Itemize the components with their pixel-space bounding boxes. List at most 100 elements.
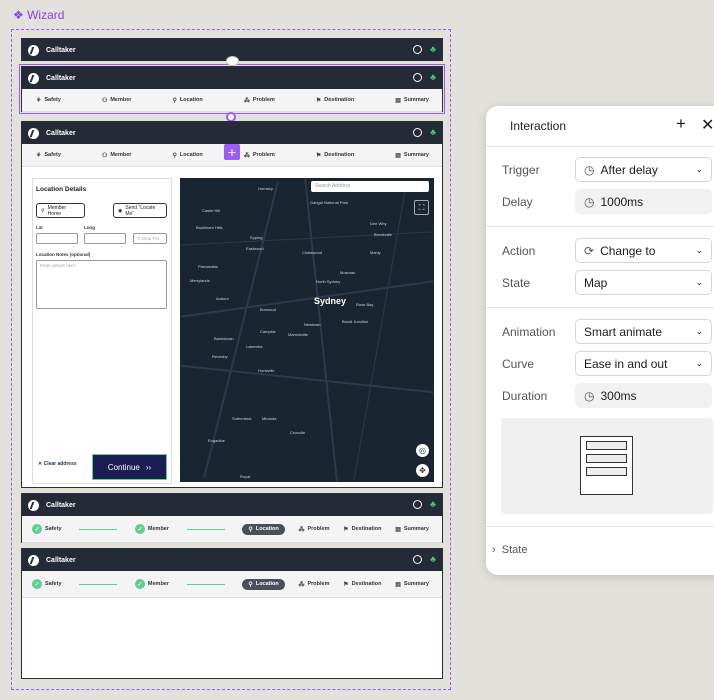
step-connector xyxy=(186,528,225,530)
recenter-icon[interactable]: ✥ xyxy=(416,464,429,477)
map-view[interactable]: Search Address ⛶ Sydney Hornsby Castle H… xyxy=(180,178,434,482)
step-safety[interactable]: ⚘ Safety xyxy=(36,97,61,104)
connection-handle[interactable] xyxy=(226,56,239,66)
flag-icon: ⚑ xyxy=(343,526,349,533)
user-icon[interactable] xyxy=(413,128,423,137)
step-problem[interactable]: ⁂ Problem xyxy=(298,526,329,533)
variant-steps[interactable]: Calltaker ♣ ⚘ Safety ⚇ Member ⚲ Location ⁂ P… xyxy=(19,64,445,114)
step-destination[interactable]: ⚑ Destination xyxy=(343,526,381,533)
add-interaction-icon[interactable]: + xyxy=(224,144,240,160)
step-member[interactable]: ⚇ Member xyxy=(102,152,131,159)
summary-icon: ▤ xyxy=(395,152,401,159)
delay-label: Delay xyxy=(502,195,533,209)
step-location[interactable]: ⚲ Location xyxy=(242,523,285,535)
long-input[interactable] xyxy=(84,233,126,244)
user-icon[interactable] xyxy=(413,45,423,54)
step-summary[interactable]: ▤ Summary xyxy=(395,152,429,159)
app-logo-icon xyxy=(28,499,39,511)
step-connector xyxy=(186,583,225,585)
step-location[interactable]: ⚲ Location xyxy=(172,152,202,159)
step-problem[interactable]: ⁂ Problem xyxy=(244,97,275,104)
safety-icon: ⚘ xyxy=(36,152,42,159)
step-destination[interactable]: ⚑ Destination xyxy=(316,97,354,104)
step-summary[interactable]: ▤ Summary xyxy=(395,526,429,533)
clear-address-link[interactable]: ✕ Clear address xyxy=(38,461,77,467)
action-label: Action xyxy=(502,244,536,258)
step-location[interactable]: ⚲ Location xyxy=(172,97,202,104)
location-details-card: Location Details ⚲ Member Home ◉ Send "Loc… xyxy=(32,178,172,484)
drop-pin-button[interactable]: ⚲ Drop Pin xyxy=(133,233,167,244)
state-section-toggle[interactable]: › State xyxy=(492,544,527,556)
step-safety[interactable]: ⚘ Safety xyxy=(36,152,61,159)
member-home-button[interactable]: ⚲ Member Home xyxy=(36,203,85,218)
app-logo-icon xyxy=(28,72,39,84)
step-destination[interactable]: ⚑ Destination xyxy=(343,581,381,588)
step-safety[interactable]: ✓ Safety xyxy=(32,524,62,534)
step-member[interactable]: ✓ Member xyxy=(134,524,169,534)
app-name: Calltaker xyxy=(46,129,76,137)
stepper: ✓ Safety ✓ Member ⚲ Location ⁂ Problem ⚑ Dest… xyxy=(22,516,442,543)
trigger-select[interactable]: ◷ After delay ⌄ xyxy=(575,157,712,182)
check-icon: ✓ xyxy=(32,579,42,589)
problem-icon: ⁂ xyxy=(298,526,305,533)
locate-icon: ◉ xyxy=(118,207,123,214)
preview-frame xyxy=(580,436,633,495)
app-header: Calltaker ♣ xyxy=(22,67,442,89)
map-search-input[interactable]: Search Address xyxy=(311,181,429,192)
state-label: State xyxy=(502,276,531,290)
step-summary[interactable]: ▤ Summary xyxy=(395,97,429,104)
add-icon[interactable]: + xyxy=(676,114,686,134)
lat-input[interactable] xyxy=(36,233,78,244)
long-label: Long xyxy=(84,225,95,230)
action-select[interactable]: ⟳ Change to ⌄ xyxy=(575,238,712,263)
timer-icon: ◷ xyxy=(584,194,595,209)
expand-icon[interactable]: ⛶ xyxy=(414,200,429,215)
step-location[interactable]: ⚲ Location xyxy=(242,578,285,590)
map-place: Bankstown xyxy=(214,336,234,341)
map-place: Manly xyxy=(370,250,381,255)
location-icon: ⚲ xyxy=(172,97,177,104)
app-name: Calltaker xyxy=(46,74,76,82)
user-icon[interactable] xyxy=(413,555,423,564)
location-icon: ⚲ xyxy=(248,581,253,588)
duration-input[interactable]: ◷ 300ms xyxy=(575,383,712,408)
map-place: Royal xyxy=(240,474,251,479)
variant-location-map[interactable]: Calltaker ♣ ⚘ Safety ⚇ Member ⚲ Location ⁂ P… xyxy=(21,121,443,488)
user-icon[interactable] xyxy=(413,500,423,509)
state-select[interactable]: Map ⌄ xyxy=(575,270,712,295)
app-name: Calltaker xyxy=(46,556,76,564)
variant-location-step[interactable]: Calltaker ♣ ✓ Safety ✓ Member ⚲ Location ⁂ P… xyxy=(21,493,443,543)
step-summary[interactable]: ▤ Summary xyxy=(395,581,429,588)
step-member[interactable]: ⚇ Member xyxy=(102,97,131,104)
notes-textarea[interactable]: Enter details here xyxy=(36,260,167,309)
step-safety[interactable]: ✓ Safety xyxy=(32,579,62,589)
chevron-down-icon: ⌄ xyxy=(695,245,703,255)
map-place: Newtown xyxy=(304,322,321,327)
step-destination[interactable]: ⚑ Destination xyxy=(316,152,354,159)
chevron-down-icon: ⌄ xyxy=(695,326,703,336)
send-locate-me-button[interactable]: ◉ Send "Locate Me" xyxy=(113,203,167,218)
chevron-right-icon: › xyxy=(492,544,502,556)
lat-label: Lat xyxy=(36,225,43,230)
curve-label: Curve xyxy=(502,357,535,371)
continue-button[interactable]: Continue ›› xyxy=(92,454,167,480)
wizard-label[interactable]: ❖ Wizard xyxy=(13,8,64,22)
stepper: ⚘ Safety ⚇ Member ⚲ Location ⁂ Problem ⚑ Dest… xyxy=(22,89,442,112)
map-place: Marrickville xyxy=(288,332,308,337)
animation-select[interactable]: Smart animate ⌄ xyxy=(575,319,712,344)
step-problem[interactable]: ⁂ Problem xyxy=(298,581,329,588)
locate-me-icon[interactable]: ◎ xyxy=(416,444,429,457)
map-place: Rose Bay xyxy=(356,302,374,307)
variant-location-body[interactable]: Calltaker ♣ ✓ Safety ✓ Member ⚲ Location ⁂ P… xyxy=(21,548,443,679)
step-member[interactable]: ✓ Member xyxy=(134,579,169,589)
map-place: Hornsby xyxy=(258,186,273,191)
curve-select[interactable]: Ease in and out ⌄ xyxy=(575,351,712,376)
trigger-label: Trigger xyxy=(502,163,540,177)
close-icon[interactable]: ✕ xyxy=(701,115,714,135)
flag-icon: ⚑ xyxy=(343,581,349,588)
step-problem[interactable]: ⁂ Problem xyxy=(244,152,275,159)
delay-input[interactable]: ◷ 1000ms xyxy=(575,189,712,214)
user-icon[interactable] xyxy=(413,73,423,82)
leaf-icon: ♣ xyxy=(430,44,436,54)
app-logo-icon xyxy=(28,554,39,566)
